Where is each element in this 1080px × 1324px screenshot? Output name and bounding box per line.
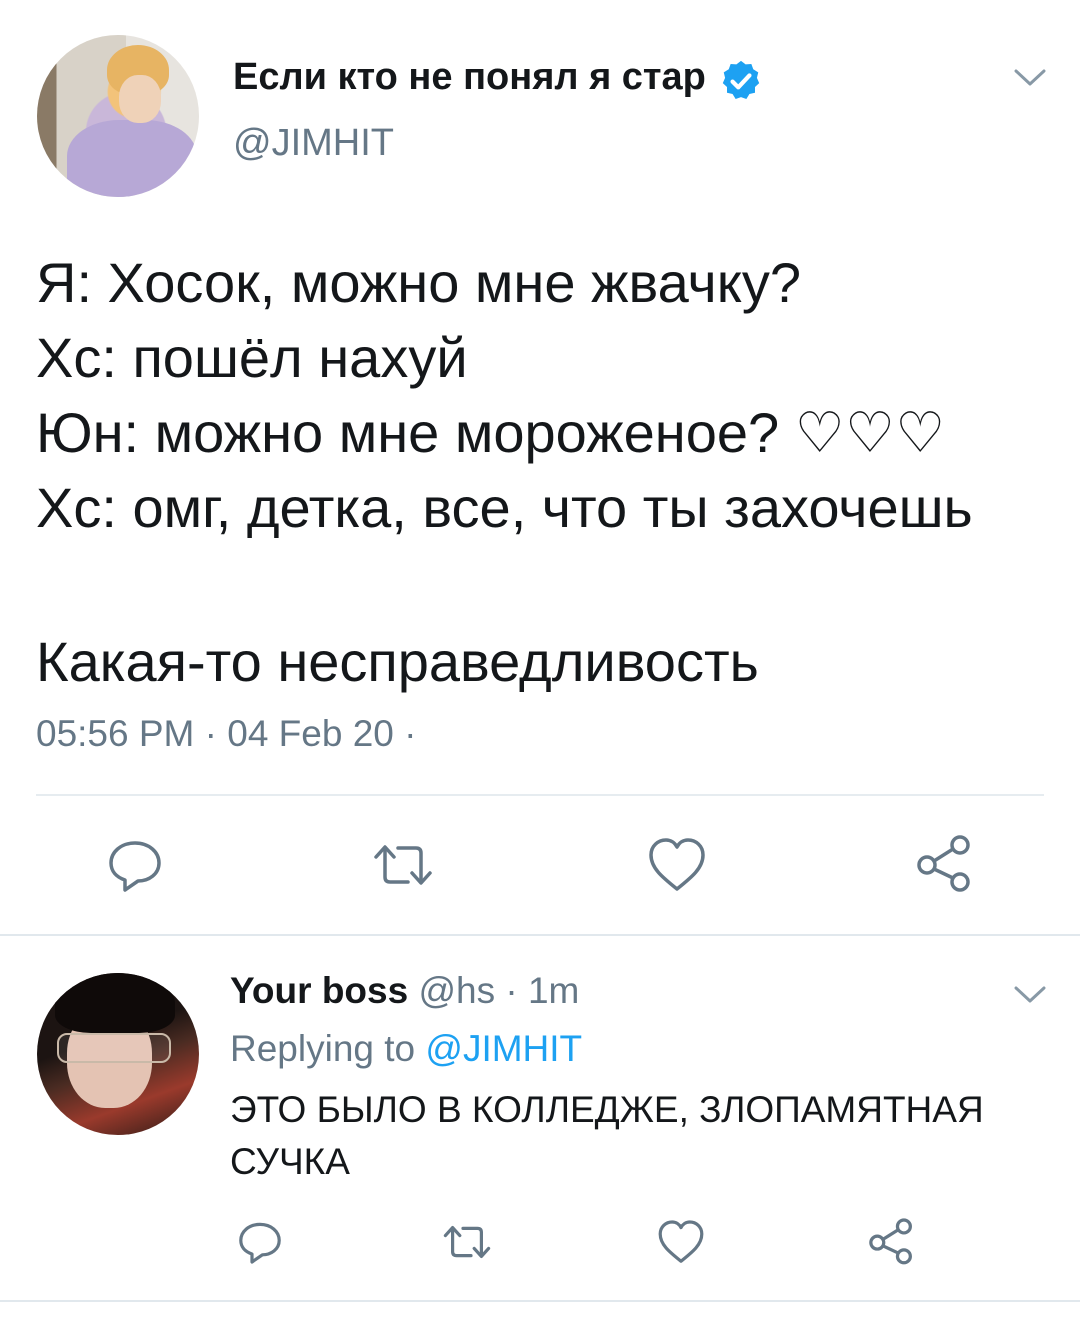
avatar-face-shape [119, 75, 161, 123]
reply-text: ЭТО БЫЛО В КОЛЛЕДЖЕ, ЗЛОПАМЯТНАЯ СУЧКА [230, 1084, 1050, 1188]
divider [0, 1300, 1080, 1302]
reply-button[interactable] [236, 1218, 284, 1266]
replying-to-label: Replying to [230, 1028, 416, 1069]
tweet-text-line: Хс: пошёл нахуй [36, 326, 468, 389]
like-icon [658, 1220, 704, 1263]
avatar-body-shape [67, 120, 197, 197]
share-button[interactable] [913, 832, 975, 894]
reply-header: Your boss @hs · 1m [230, 970, 579, 1012]
reply-text-line: СУЧКА [230, 1141, 350, 1182]
retweet-icon [443, 1226, 491, 1258]
share-button[interactable] [866, 1216, 916, 1266]
chevron-down-icon[interactable] [1010, 63, 1050, 91]
reply-button[interactable] [105, 835, 165, 895]
reply-icon [109, 841, 161, 892]
tweet-text-line: Я: Хосок, можно мне жвачку? [36, 251, 801, 314]
share-icon [917, 835, 970, 892]
avatar-hair-shape [55, 973, 175, 1033]
tweet-thread: Если кто не понял я стар @JIMHIT Я: Хосо… [0, 0, 1080, 1324]
avatar-glasses-shape [57, 1033, 171, 1063]
tweet-timestamp[interactable]: 05:56 PM · 04 Feb 20 · [36, 713, 416, 755]
like-button[interactable] [646, 835, 708, 895]
retweet-button[interactable] [370, 835, 436, 895]
replying-to: Replying to @JIMHIT [230, 1028, 582, 1070]
verified-badge-icon [722, 60, 760, 100]
divider [36, 794, 1044, 796]
share-icon [869, 1218, 912, 1265]
tweet-text-line: Юн: можно мне мороженое? ♡♡♡ [36, 401, 946, 464]
retweet-button[interactable] [440, 1218, 494, 1266]
reply-author-handle[interactable]: @hs [418, 970, 495, 1011]
tweet-text-line: Хс: омг, детка, все, что ты захочешь [36, 476, 973, 539]
author-handle[interactable]: @JIMHIT [233, 122, 394, 165]
reply-text-line: ЭТО БЫЛО В КОЛЛЕДЖЕ, ЗЛОПАМЯТНАЯ [230, 1089, 984, 1130]
tweet-text-line: Какая-то несправедливость [36, 630, 759, 693]
avatar[interactable] [37, 35, 199, 197]
avatar[interactable] [37, 973, 199, 1135]
tweet-text: Я: Хосок, можно мне жвачку? Хс: пошёл на… [36, 245, 1056, 699]
like-button[interactable] [656, 1218, 706, 1266]
reply-timestamp[interactable]: 1m [528, 970, 579, 1011]
divider [0, 934, 1080, 936]
retweet-icon [374, 845, 432, 885]
replying-to-mention[interactable]: @JIMHIT [425, 1028, 582, 1069]
reply-icon [239, 1222, 281, 1264]
author-name[interactable]: Если кто не понял я стар [233, 56, 706, 99]
chevron-down-icon[interactable] [1010, 980, 1050, 1008]
separator-dot: · [505, 970, 518, 1011]
like-icon [649, 838, 705, 891]
reply-author-name[interactable]: Your boss [230, 970, 408, 1011]
main-tweet: Если кто не понял я стар @JIMHIT Я: Хосо… [0, 0, 1080, 935]
